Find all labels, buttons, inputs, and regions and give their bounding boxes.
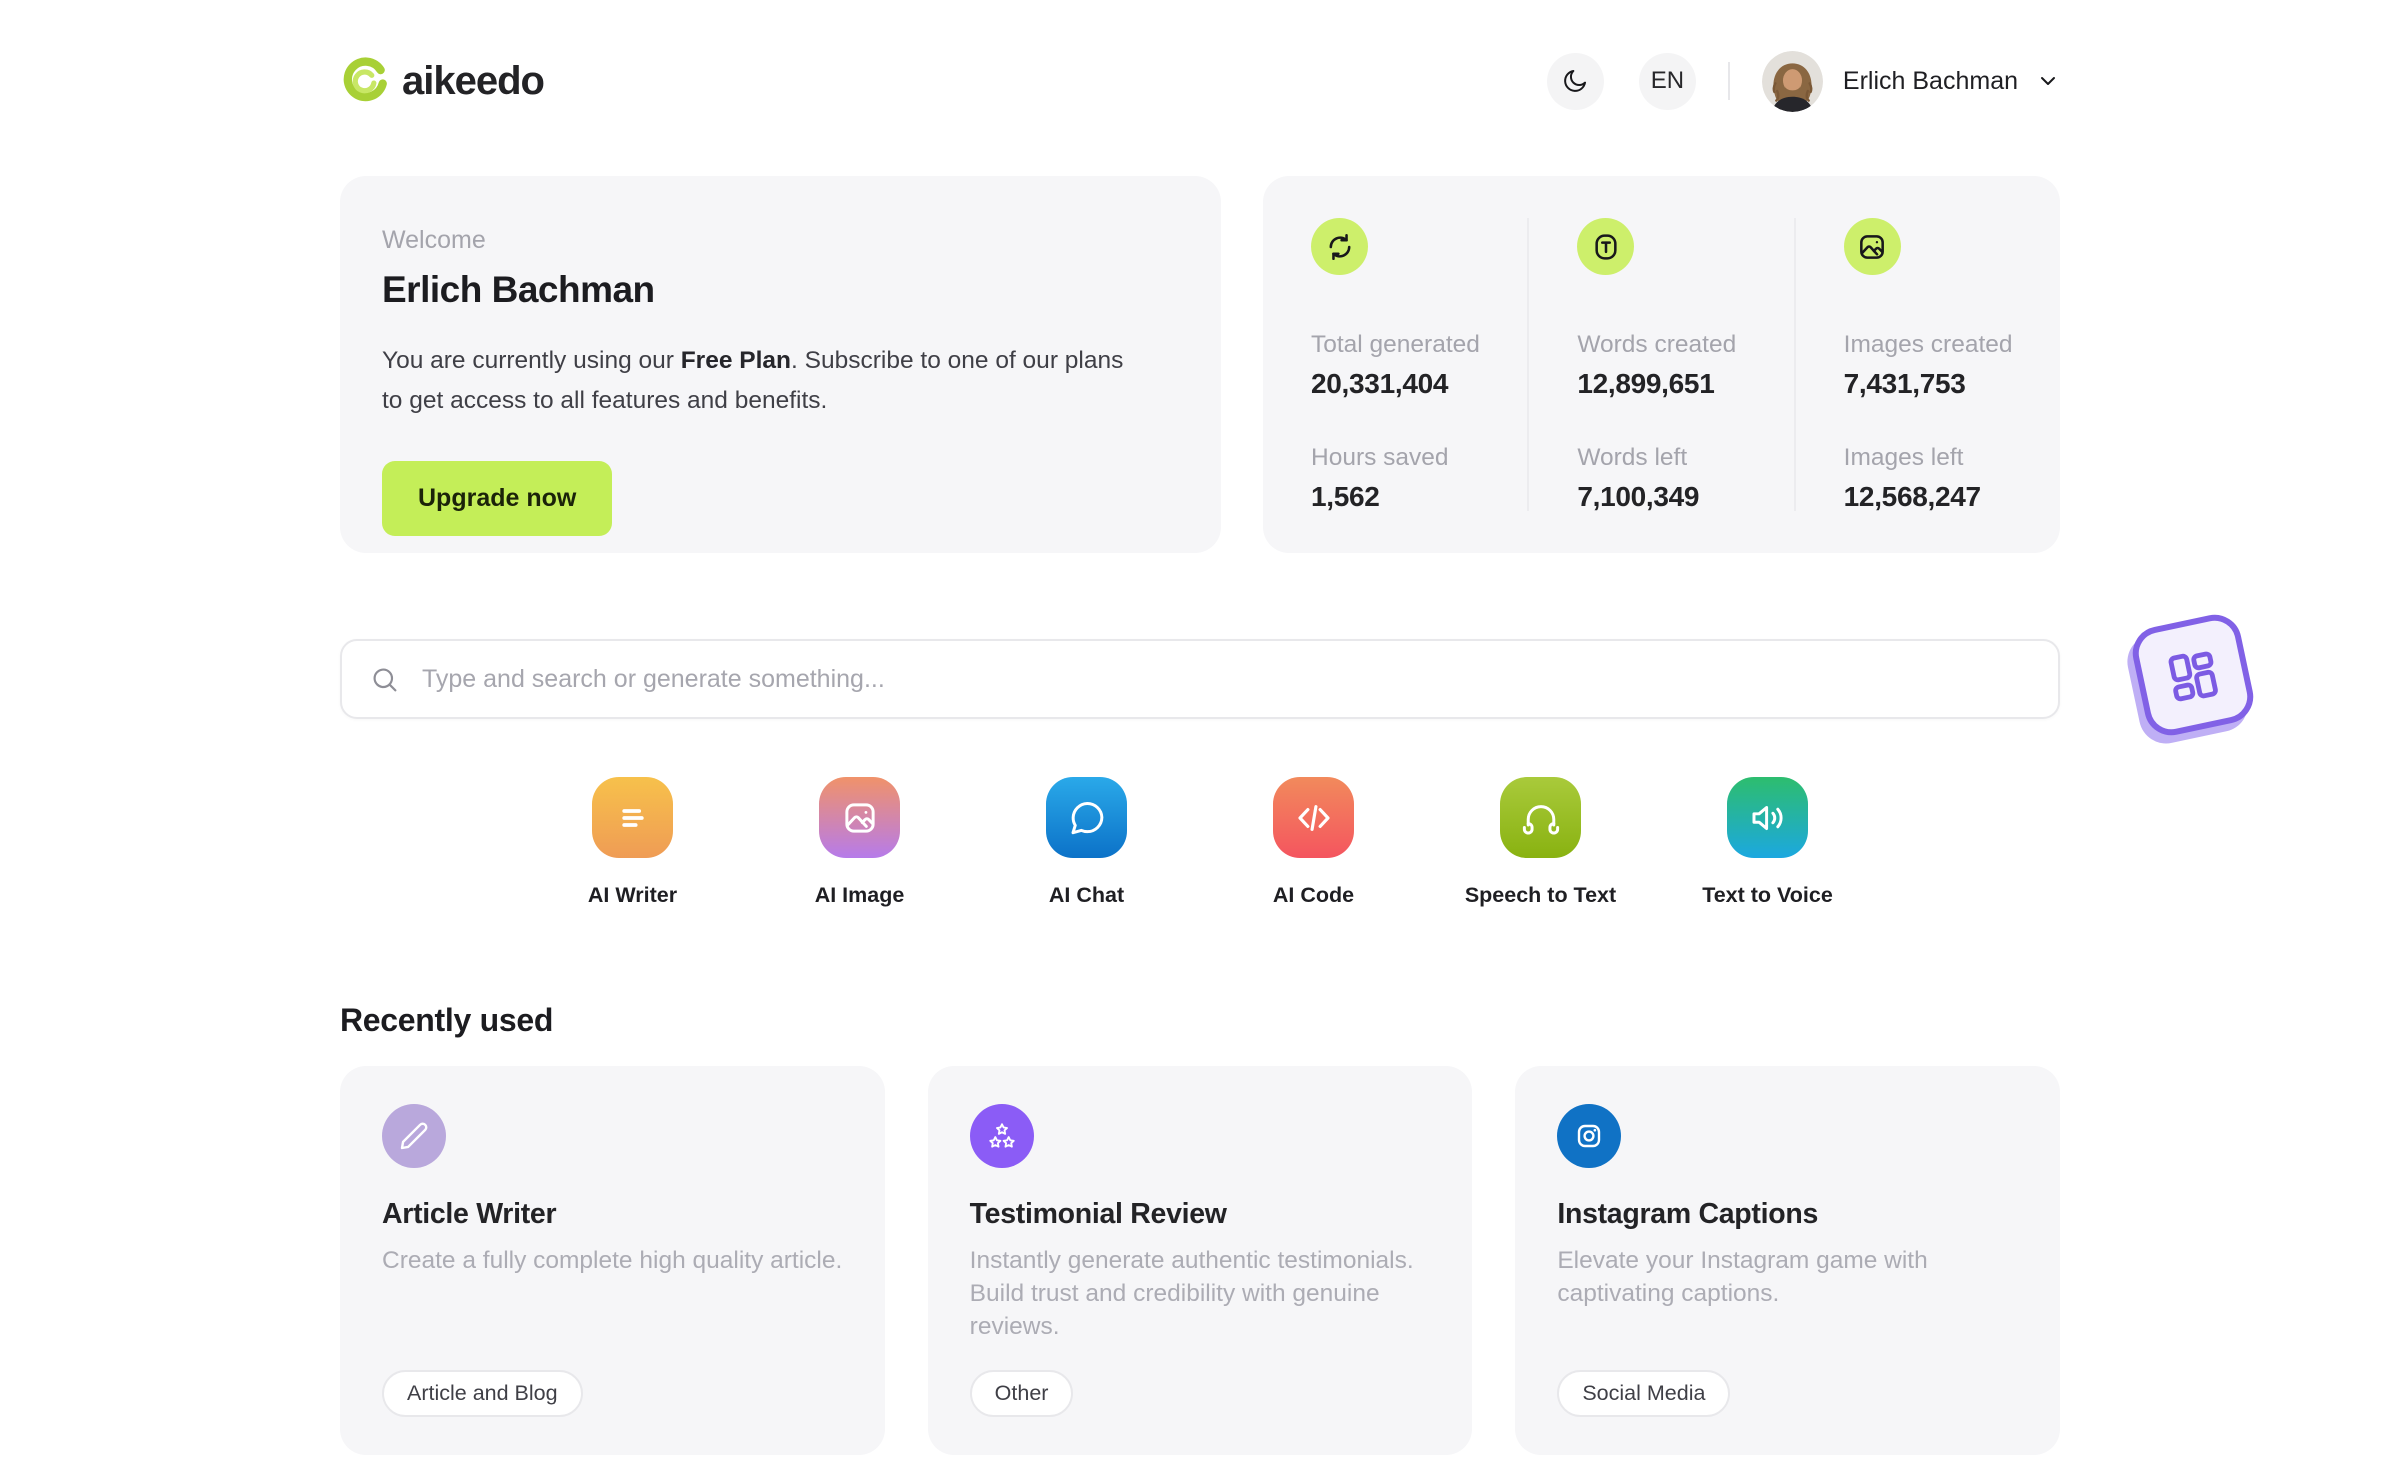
chat-icon (1046, 777, 1127, 858)
stat-label: Images left (1843, 444, 1964, 471)
user-name: Erlich Bachman (1842, 66, 2018, 95)
tools-row: AI Writer AI Image AI Chat AI Code Speec… (340, 777, 2060, 908)
stat-label: Images created (1843, 331, 2013, 358)
card-description: Elevate your Instagram game with captiva… (1557, 1247, 1928, 1307)
stat-value: 7,100,349 (1577, 481, 1700, 512)
dashboard-page: aikeedo EN Erlich Bachman Welcome Erlich… (340, 0, 2061, 1455)
card-description: Instantly generate authentic testimonial… (969, 1247, 1414, 1340)
stat-column-words: Words created 12,899,651 Words left 7,10… (1527, 218, 1793, 512)
card-article-writer[interactable]: Article Writer Create a fully complete h… (340, 1066, 885, 1455)
header-actions: EN Erlich Bachman (1546, 50, 2060, 112)
speaker-icon (1727, 777, 1808, 858)
grid-icon (2168, 651, 2218, 702)
sync-icon (1311, 218, 1368, 275)
card-testimonial-review[interactable]: Testimonial Review Instantly generate au… (927, 1066, 1473, 1455)
recently-used-heading: Recently used (340, 1002, 554, 1038)
avatar (1761, 50, 1823, 112)
card-tag: Other (969, 1370, 1074, 1417)
language-label: EN (1650, 67, 1685, 94)
welcome-card: Welcome Erlich Bachman You are currently… (340, 176, 1221, 553)
writer-icon (592, 777, 673, 858)
card-instagram-captions[interactable]: Instagram Captions Elevate your Instagra… (1515, 1066, 2061, 1455)
stat-value: 12,568,247 (1843, 481, 1981, 512)
plan-name: Free Plan (680, 347, 792, 374)
stat-value: 1,562 (1311, 481, 1380, 512)
theme-toggle-button[interactable] (1546, 52, 1604, 110)
card-title: Testimonial Review (969, 1198, 1227, 1230)
welcome-user-name: Erlich Bachman (382, 269, 655, 310)
tool-label: AI Chat (1048, 883, 1125, 907)
image-icon (1843, 218, 1901, 275)
widgets-button[interactable] (2127, 609, 2259, 741)
usage-stats-card: Total generated 20,331,404 Hours saved 1… (1263, 176, 2060, 553)
logo-icon (343, 57, 387, 102)
top-row: Welcome Erlich Bachman You are currently… (340, 176, 2060, 553)
language-button[interactable]: EN (1638, 52, 1696, 110)
tool-label: Text to Voice (1702, 883, 1833, 907)
code-icon (1273, 777, 1354, 858)
image-icon (819, 777, 900, 858)
header: aikeedo EN Erlich Bachman (340, 50, 2060, 112)
stat-label: Hours saved (1311, 444, 1449, 471)
card-title: Instagram Captions (1557, 1198, 1818, 1230)
chevron-down-icon (2041, 77, 2055, 85)
text-icon (1577, 218, 1635, 275)
card-tag: Article and Blog (382, 1370, 583, 1417)
search-input[interactable] (340, 639, 2060, 719)
tool-ai-writer[interactable]: AI Writer (519, 777, 746, 908)
stat-label: Words left (1577, 444, 1688, 471)
tool-ai-image[interactable]: AI Image (746, 777, 973, 908)
card-tag: Social Media (1557, 1370, 1731, 1417)
stat-column-generated: Total generated 20,331,404 Hours saved 1… (1263, 218, 1527, 512)
tool-label: AI Writer (587, 883, 678, 907)
headphones-icon (1500, 777, 1581, 858)
tool-text-to-voice[interactable]: Text to Voice (1654, 777, 1881, 908)
stat-value: 20,331,404 (1311, 368, 1449, 399)
card-description: Create a fully complete high quality art… (382, 1247, 843, 1274)
tool-ai-chat[interactable]: AI Chat (973, 777, 1200, 908)
moon-icon (1564, 69, 1587, 92)
pencil-icon (382, 1104, 446, 1168)
stat-label: Words created (1577, 331, 1737, 358)
user-menu[interactable]: Erlich Bachman (1761, 50, 2060, 112)
tool-speech-to-text[interactable]: Speech to Text (1427, 777, 1654, 908)
tool-label: AI Code (1272, 883, 1355, 907)
stat-label: Total generated (1311, 331, 1480, 358)
stars-icon (969, 1104, 1034, 1168)
recently-used-row: Article Writer Create a fully complete h… (340, 1066, 2061, 1455)
stat-value: 12,899,651 (1577, 368, 1715, 399)
instagram-icon (1557, 1104, 1622, 1168)
card-title: Article Writer (382, 1198, 557, 1230)
header-divider (1727, 62, 1730, 100)
search-bar (340, 639, 2060, 719)
stat-column-images: Images created 7,431,753 Images left 12,… (1793, 218, 2060, 512)
stat-value: 7,431,753 (1843, 368, 1966, 399)
tool-label: AI Image (814, 883, 905, 907)
tool-label: Speech to Text (1464, 883, 1617, 907)
tool-ai-code[interactable]: AI Code (1200, 777, 1427, 908)
logo[interactable]: aikeedo (340, 56, 545, 106)
plan-message: You are currently using our Free Plan. S… (382, 347, 1124, 414)
logo-text: aikeedo (402, 58, 545, 103)
upgrade-button[interactable]: Upgrade now (382, 461, 613, 536)
welcome-eyebrow: Welcome (382, 226, 486, 254)
